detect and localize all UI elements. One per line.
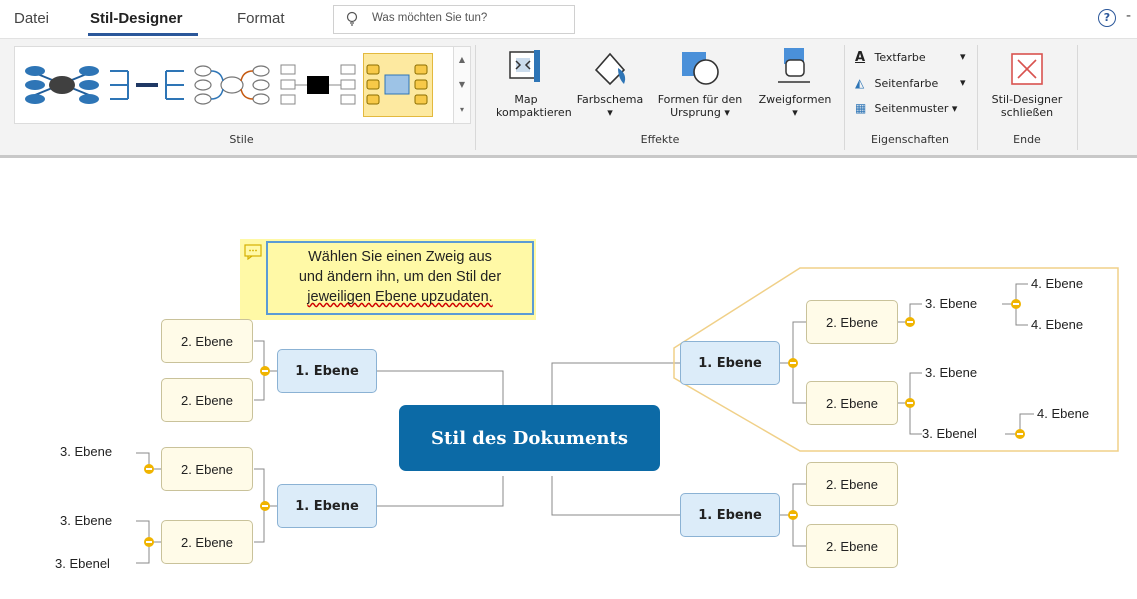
text-color-icon: A [855,50,866,65]
page-color-button[interactable]: ◭ Seitenfarbe ▾ [855,76,970,90]
level3-topic[interactable]: 3. Ebene [925,365,977,380]
close-designer-icon[interactable] [1010,52,1044,86]
collapse-toggle[interactable] [144,537,154,547]
level3-topic[interactable]: 3. Ebenel [922,426,977,441]
branch-shapes-button[interactable]: Zweigformen ▾ [752,93,838,119]
collapse-toggle[interactable] [260,501,270,511]
style-thumb-outline[interactable] [193,61,271,107]
lightbulb-icon [346,11,358,26]
tell-me-search-box[interactable]: Was möchten Sie tun? [333,5,575,34]
level3-topic[interactable]: 3. Ebene [60,444,112,459]
central-topic[interactable]: Stil des Dokuments [399,405,660,471]
tell-me-placeholder: Was möchten Sie tun? [372,12,488,24]
text-color-button[interactable]: A Textfarbe ▾ [855,50,970,65]
fill-color-icon: ◭ [855,76,865,90]
collapse-toggle[interactable] [1015,429,1025,439]
style-thumb-lines[interactable] [108,61,186,107]
level1-topic-right-lower[interactable]: 1. Ebene [680,493,780,537]
shapes-origin-icon[interactable] [680,48,722,88]
collapse-toggle[interactable] [905,317,915,327]
tab-format[interactable]: Format [237,10,285,27]
level2-topic[interactable]: 2. Ebene [161,378,253,422]
close-designer-button[interactable]: Stil-Designer schließen [980,93,1074,119]
level3-topic[interactable]: 3. Ebenel [55,556,110,571]
level1-topic-left-upper[interactable]: 1. Ebene [277,349,377,393]
page-pattern-button[interactable]: ▦ Seitenmuster ▾ [855,101,973,115]
callout-textbox[interactable]: Wählen Sie einen Zweig aus und ändern ih… [266,241,534,315]
level3-topic[interactable]: 3. Ebene [925,296,977,311]
help-icon[interactable]: ? [1098,9,1116,27]
map-compact-button[interactable]: Map kompaktieren [496,93,572,119]
level2-topic[interactable]: 2. Ebene [806,524,898,568]
group-label-effects: Effekte [640,133,680,146]
grid-pattern-icon: ▦ [855,101,867,115]
level2-topic[interactable]: 2. Ebene [806,462,898,506]
compact-map-icon[interactable] [506,48,542,84]
collapse-toggle[interactable] [260,366,270,376]
level2-topic[interactable]: 2. Ebene [806,381,898,425]
level1-topic-left-lower[interactable]: 1. Ebene [277,484,377,528]
collapse-toggle[interactable] [788,510,798,520]
active-tab-indicator [88,33,198,36]
level3-topic[interactable]: 3. Ebene [60,513,112,528]
style-thumb-yellow [366,64,428,105]
collapse-toggle[interactable] [788,358,798,368]
level2-topic[interactable]: 2. Ebene [161,447,253,491]
tab-file[interactable]: Datei [14,10,49,27]
collapse-toggle[interactable] [905,398,915,408]
level4-topic[interactable]: 4. Ebene [1037,406,1089,421]
style-gallery: ▲ ▼ ▾ [14,46,471,124]
level4-topic[interactable]: 4. Ebene [1031,317,1083,332]
paint-bucket-icon[interactable] [590,48,630,88]
comment-icon [244,244,262,260]
group-label-end: Ende [1013,133,1041,146]
gallery-scroll[interactable]: ▲ ▼ ▾ [453,47,470,123]
branch-shapes-icon[interactable] [776,46,812,88]
style-thumb-dark[interactable] [279,61,357,107]
style-thumb-bubble[interactable] [23,61,101,107]
group-label-properties: Eigenschaften [871,133,949,146]
level2-topic[interactable]: 2. Ebene [161,520,253,564]
ribbon-tab-bar: Datei Stil-Designer Format Was möchten S… [0,0,1137,38]
collapse-toggle[interactable] [1011,299,1021,309]
level4-topic[interactable]: 4. Ebene [1031,276,1083,291]
level2-topic[interactable]: 2. Ebene [161,319,253,363]
level1-topic-right-upper[interactable]: 1. Ebene [680,341,780,385]
collapse-toggle[interactable] [144,464,154,474]
color-scheme-button[interactable]: Farbschema ▾ [572,93,648,119]
group-label-styles: Stile [229,133,254,146]
level2-topic[interactable]: 2. Ebene [806,300,898,344]
shapes-origin-button[interactable]: Formen für den Ursprung ▾ [648,93,752,119]
tab-style-designer[interactable]: Stil-Designer [90,10,183,27]
